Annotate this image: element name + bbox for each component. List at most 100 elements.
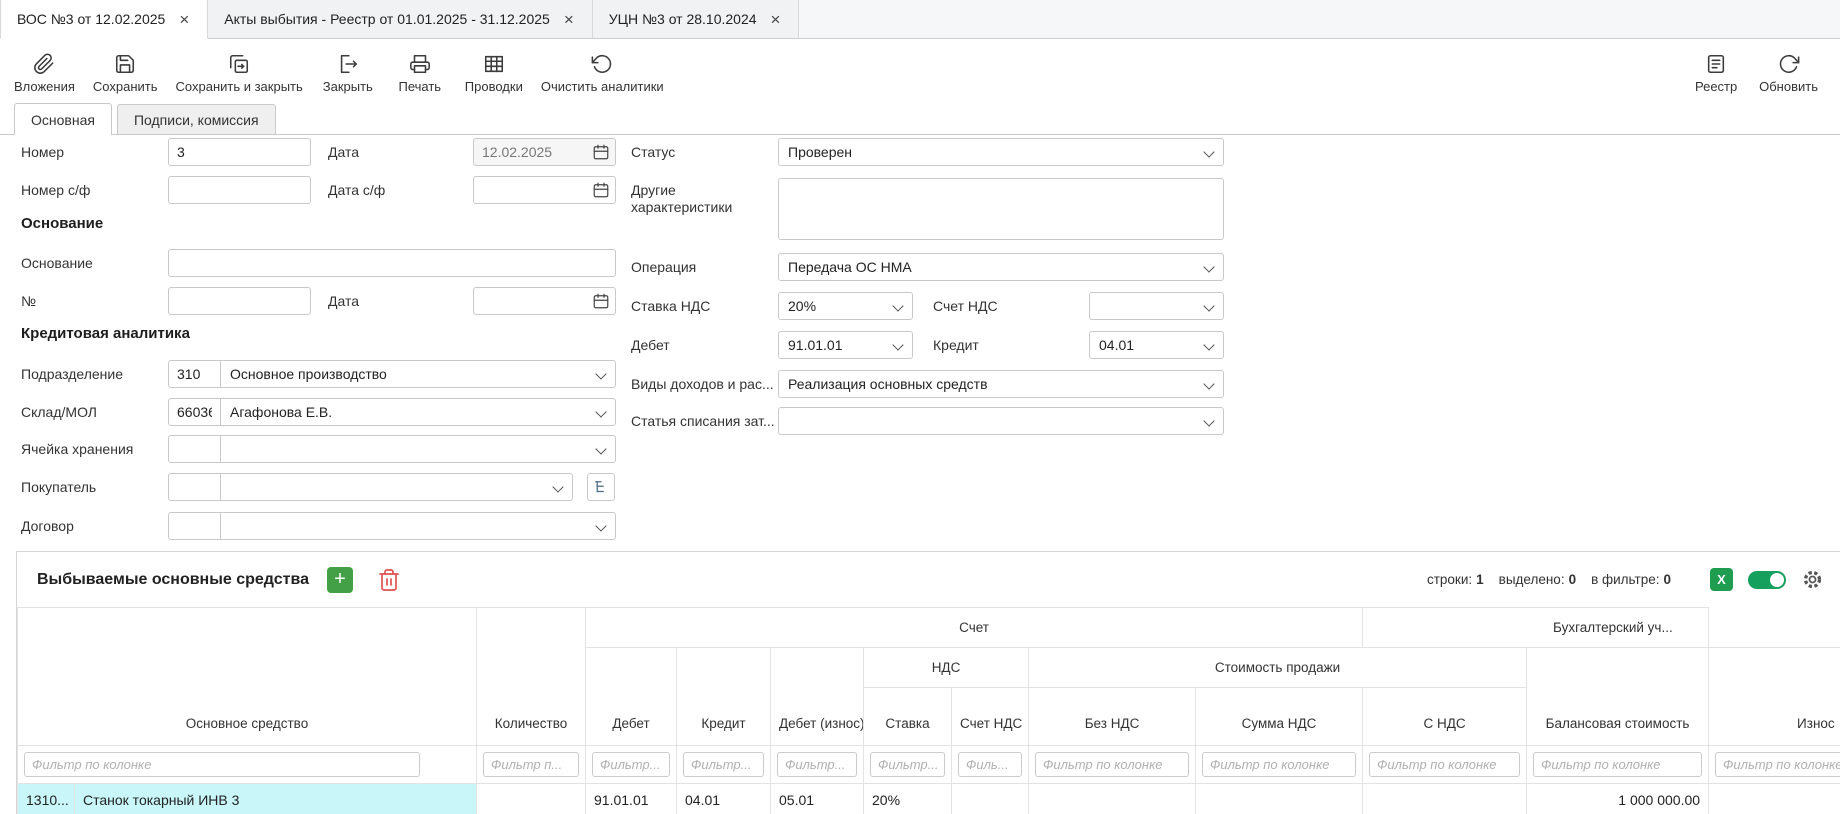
calendar-icon[interactable]: [592, 292, 610, 310]
cell-balance[interactable]: 1 000 000.00: [1527, 784, 1709, 814]
filter-input-asset[interactable]: [24, 752, 420, 777]
column-header-debit[interactable]: Дебет: [586, 648, 677, 746]
warehouse-select[interactable]: Агафонова Е.В.: [220, 398, 616, 426]
vat-rate-select[interactable]: 20%: [778, 292, 913, 320]
debit-label: Дебет: [631, 331, 670, 359]
writeoff-item-select[interactable]: [778, 407, 1224, 435]
cell-qty[interactable]: [477, 784, 586, 814]
column-header-vat-sum[interactable]: Сумма НДС: [1196, 688, 1363, 746]
cell-vat-account[interactable]: [952, 784, 1029, 814]
print-button[interactable]: Печать: [393, 53, 447, 94]
filter-input-with-vat[interactable]: [1369, 752, 1520, 777]
operation-value: Передача ОС НМА: [788, 259, 912, 275]
cell-debit[interactable]: 91.01.01: [586, 784, 677, 814]
basis-no-input[interactable]: [168, 287, 311, 315]
buyer-hierarchy-button[interactable]: [587, 473, 615, 501]
column-header-debit-wear[interactable]: Дебет (износ): [771, 648, 864, 746]
toolbar-right: Реестр Обновить: [1675, 49, 1840, 94]
credit-select[interactable]: 04.01: [1089, 331, 1224, 359]
column-header-asset[interactable]: Основное средство: [18, 608, 477, 746]
department-select[interactable]: Основное производство: [220, 360, 616, 388]
credit-value: 04.01: [1099, 337, 1134, 353]
save-button[interactable]: Сохранить: [93, 53, 158, 94]
clear-analytics-label: Очистить аналитики: [541, 79, 664, 94]
cell-asset-code[interactable]: 1310...: [18, 784, 75, 814]
other-characteristics-label: Другие характеристики: [631, 177, 756, 216]
invoice-number-input[interactable]: [168, 176, 311, 204]
filter-input-balance[interactable]: [1533, 752, 1702, 777]
cell-vat-sum[interactable]: [1196, 784, 1363, 814]
other-characteristics-textarea[interactable]: [778, 178, 1224, 240]
income-expense-select[interactable]: Реализация основных средств: [778, 370, 1224, 398]
column-header-with-vat[interactable]: С НДС: [1363, 688, 1527, 746]
filter-input-wear[interactable]: [1715, 752, 1840, 777]
department-code-input[interactable]: [168, 360, 221, 388]
cell-wear[interactable]: [1709, 784, 1840, 814]
contract-select[interactable]: [220, 512, 616, 540]
number-input[interactable]: [168, 138, 311, 166]
close-icon[interactable]: ×: [769, 11, 783, 28]
close-icon[interactable]: ×: [562, 11, 576, 28]
clear-analytics-button[interactable]: Очистить аналитики: [541, 53, 664, 94]
grid-toggle-switch[interactable]: [1748, 571, 1786, 589]
cell-with-vat[interactable]: [1363, 784, 1527, 814]
calendar-icon[interactable]: [592, 181, 610, 199]
operation-select[interactable]: Передача ОС НМА: [778, 253, 1224, 281]
vat-account-select[interactable]: [1089, 292, 1224, 320]
cell-credit[interactable]: 04.01: [677, 784, 771, 814]
calendar-icon[interactable]: [592, 143, 610, 161]
column-header-qty[interactable]: Количество: [477, 608, 586, 746]
buyer-select[interactable]: [220, 473, 573, 501]
filter-input-credit[interactable]: [683, 752, 764, 777]
filter-input-debit-wear[interactable]: [777, 752, 857, 777]
refresh-button[interactable]: Обновить: [1759, 53, 1818, 94]
trash-icon: [377, 568, 401, 592]
status-select[interactable]: Проверен: [778, 138, 1224, 166]
doc-tab-register[interactable]: Акты выбытия - Реестр от 01.01.2025 - 31…: [208, 0, 593, 38]
filter-input-rate[interactable]: [870, 752, 945, 777]
column-header-rate[interactable]: Ставка: [864, 688, 952, 746]
column-header-balance[interactable]: Балансовая стоимость: [1527, 648, 1709, 746]
cell-rate[interactable]: 20%: [864, 784, 952, 814]
chevron-down-icon: [892, 300, 903, 311]
column-header-credit[interactable]: Кредит: [677, 648, 771, 746]
doc-tab-label: Акты выбытия - Реестр от 01.01.2025 - 31…: [224, 11, 550, 27]
filter-input-vat-account[interactable]: [958, 752, 1022, 777]
excel-export-button[interactable]: X: [1710, 568, 1733, 591]
storage-cell-select[interactable]: [220, 435, 616, 463]
grid-title: Выбываемые основные средства: [37, 552, 309, 607]
contract-code-input[interactable]: [168, 512, 221, 540]
basis-section-header: Основание: [21, 215, 103, 232]
grid-panel-header: Выбываемые основные средства + строки:1 …: [17, 552, 1840, 607]
buyer-code-input[interactable]: [168, 473, 221, 501]
close-icon[interactable]: ×: [177, 11, 191, 28]
add-row-button[interactable]: +: [327, 567, 353, 593]
cell-debit-wear[interactable]: 05.01: [771, 784, 864, 814]
save-and-close-button[interactable]: Сохранить и закрыть: [176, 53, 303, 94]
close-button[interactable]: Закрыть: [321, 53, 375, 94]
doc-tab-vos[interactable]: ВОС №3 от 12.02.2025 ×: [0, 0, 208, 39]
ledger-grid-icon: [483, 53, 505, 75]
gear-icon[interactable]: [1801, 568, 1824, 591]
cell-asset-name[interactable]: Станок токарный ИНВ 3: [75, 784, 477, 814]
filter-input-debit[interactable]: [592, 752, 670, 777]
filter-input-vat-sum[interactable]: [1202, 752, 1356, 777]
column-header-wear[interactable]: Износ: [1709, 648, 1840, 746]
debit-select[interactable]: 91.01.01: [778, 331, 913, 359]
warehouse-code-input[interactable]: [168, 398, 221, 426]
column-header-vat-account[interactable]: Счет НДС: [952, 688, 1029, 746]
cell-no-vat[interactable]: [1029, 784, 1196, 814]
basis-input[interactable]: [168, 249, 616, 277]
filter-input-qty[interactable]: [483, 752, 579, 777]
attachments-button[interactable]: Вложения: [14, 53, 75, 94]
tab-main[interactable]: Основная: [14, 103, 112, 135]
storage-cell-code-input[interactable]: [168, 435, 221, 463]
table-row: 1310... Станок токарный ИНВ 3 91.01.01 0…: [18, 784, 1840, 814]
delete-row-button[interactable]: [377, 568, 401, 592]
column-header-no-vat[interactable]: Без НДС: [1029, 688, 1196, 746]
doc-tab-ucn[interactable]: УЦН №3 от 28.10.2024 ×: [593, 0, 800, 38]
postings-button[interactable]: Проводки: [465, 53, 523, 94]
tab-signatures[interactable]: Подписи, комиссия: [117, 104, 276, 134]
filter-input-no-vat[interactable]: [1035, 752, 1189, 777]
registry-button[interactable]: Реестр: [1689, 53, 1743, 94]
